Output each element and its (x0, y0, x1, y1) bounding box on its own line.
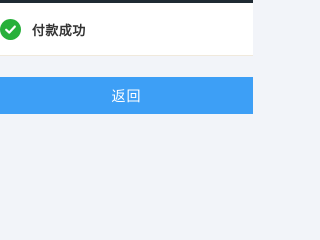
back-button[interactable]: 返回 (0, 77, 253, 114)
payment-status-text: 付款成功 (32, 23, 87, 39)
payment-status-card: 付款成功 (0, 3, 253, 56)
check-circle-icon (0, 18, 21, 40)
